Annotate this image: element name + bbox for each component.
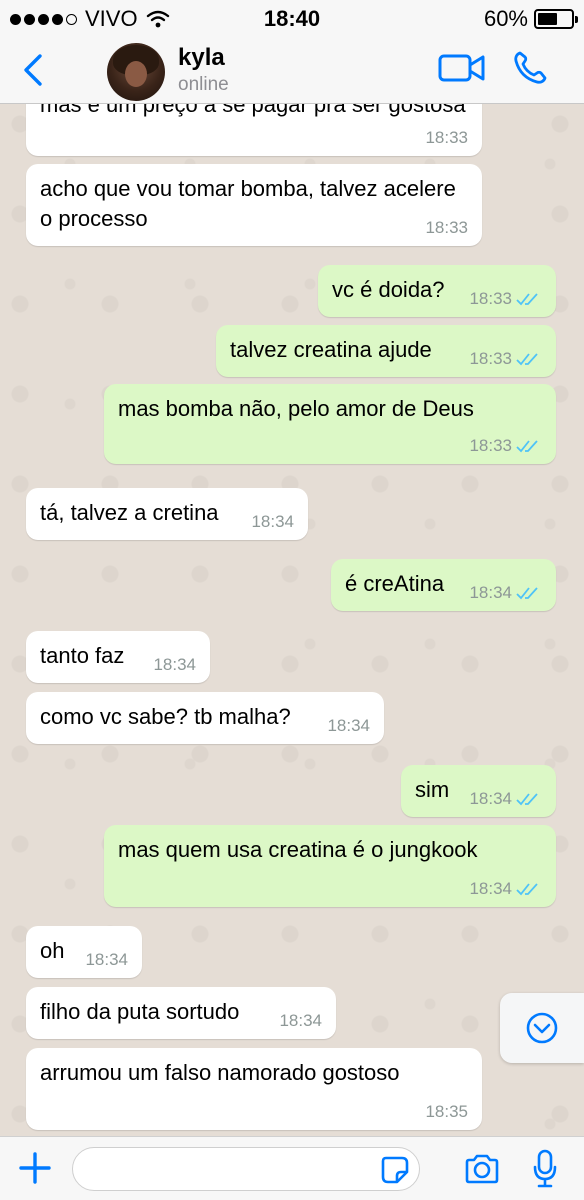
contact-avatar[interactable] <box>107 43 165 101</box>
message-bubble-outgoing[interactable]: sim 18:34 <box>401 765 556 817</box>
whatsapp-chat-screen: VIVO 18:40 60% kyla online mas é um preç… <box>0 0 584 1200</box>
message-bubble-incoming[interactable]: mas é um preço a se pagar pra ser gostos… <box>26 104 482 156</box>
message-bubble-outgoing[interactable]: mas bomba não, pelo amor de Deus 18:33 <box>104 384 556 464</box>
message-time: 18:34 <box>251 512 294 531</box>
message-time: 18:33 <box>469 349 512 368</box>
message-time: 18:34 <box>469 583 512 602</box>
message-bubble-incoming[interactable]: acho que vou tomar bomba, talvez acelere… <box>26 164 482 246</box>
message-text: arrumou um falso namorado gostoso <box>40 1060 400 1085</box>
sticker-icon[interactable] <box>380 1155 410 1185</box>
video-camera-icon[interactable] <box>438 52 486 84</box>
message-bubble-incoming[interactable]: oh 18:34 <box>26 926 142 978</box>
message-bubble-incoming[interactable]: filho da puta sortudo 18:34 <box>26 987 336 1039</box>
read-ticks-icon <box>516 440 538 453</box>
message-bubble-incoming[interactable]: arrumou um falso namorado gostoso 18:35 <box>26 1048 482 1130</box>
message-time: 18:34 <box>153 655 196 674</box>
read-ticks-icon <box>516 587 538 600</box>
phone-icon[interactable] <box>512 50 548 86</box>
read-ticks-icon <box>516 353 538 366</box>
message-text: como vc sabe? tb malha? <box>40 704 291 729</box>
message-bubble-incoming[interactable]: tá, talvez a cretina 18:34 <box>26 488 308 540</box>
contact-name[interactable]: kyla <box>178 44 225 72</box>
read-ticks-icon <box>516 293 538 306</box>
message-input[interactable] <box>72 1147 420 1191</box>
message-time: 18:34 <box>327 716 370 735</box>
microphone-icon[interactable] <box>532 1149 558 1189</box>
message-bubble-incoming[interactable]: como vc sabe? tb malha? 18:34 <box>26 692 384 744</box>
message-time: 18:33 <box>469 289 512 308</box>
back-button[interactable] <box>18 50 48 90</box>
chat-header: kyla online <box>0 36 584 104</box>
read-ticks-icon <box>516 883 538 896</box>
battery-percent: 60% <box>483 6 528 31</box>
read-ticks-icon <box>516 793 538 806</box>
message-time: 18:33 <box>469 436 512 455</box>
message-time: 18:33 <box>425 128 468 147</box>
camera-icon[interactable] <box>463 1153 501 1185</box>
message-text: mas bomba não, pelo amor de Deus <box>118 396 474 421</box>
message-time: 18:33 <box>425 218 468 237</box>
message-bubble-incoming[interactable]: tanto faz 18:34 <box>26 631 210 683</box>
message-time: 18:34 <box>279 1011 322 1030</box>
battery-icon <box>534 9 578 29</box>
composer-bar <box>0 1136 584 1200</box>
chevron-down-circle-icon <box>526 1012 558 1044</box>
message-time: 18:34 <box>469 789 512 808</box>
message-text: mas é um preço a se pagar pra ser gostos… <box>40 104 466 117</box>
message-bubble-outgoing[interactable]: vc é doida? 18:33 <box>318 265 556 317</box>
message-bubble-outgoing[interactable]: mas quem usa creatina é o jungkook 18:34 <box>104 825 556 907</box>
message-text: mas quem usa creatina é o jungkook <box>118 837 478 862</box>
message-text: acho que vou tomar bomba, talvez acelere… <box>40 176 456 231</box>
message-time: 18:34 <box>469 879 512 898</box>
status-bar: VIVO 18:40 60% <box>0 0 584 36</box>
message-bubble-outgoing[interactable]: talvez creatina ajude 18:33 <box>216 325 556 377</box>
message-bubble-outgoing[interactable]: é creAtina 18:34 <box>331 559 556 611</box>
contact-status: online <box>178 74 229 95</box>
plus-icon[interactable] <box>18 1151 52 1185</box>
scroll-to-bottom-button[interactable] <box>500 993 584 1063</box>
message-time: 18:34 <box>85 950 128 969</box>
message-time: 18:35 <box>425 1102 468 1121</box>
message-list[interactable]: mas é um preço a se pagar pra ser gostos… <box>0 104 584 1136</box>
status-right: 60% <box>483 6 578 32</box>
